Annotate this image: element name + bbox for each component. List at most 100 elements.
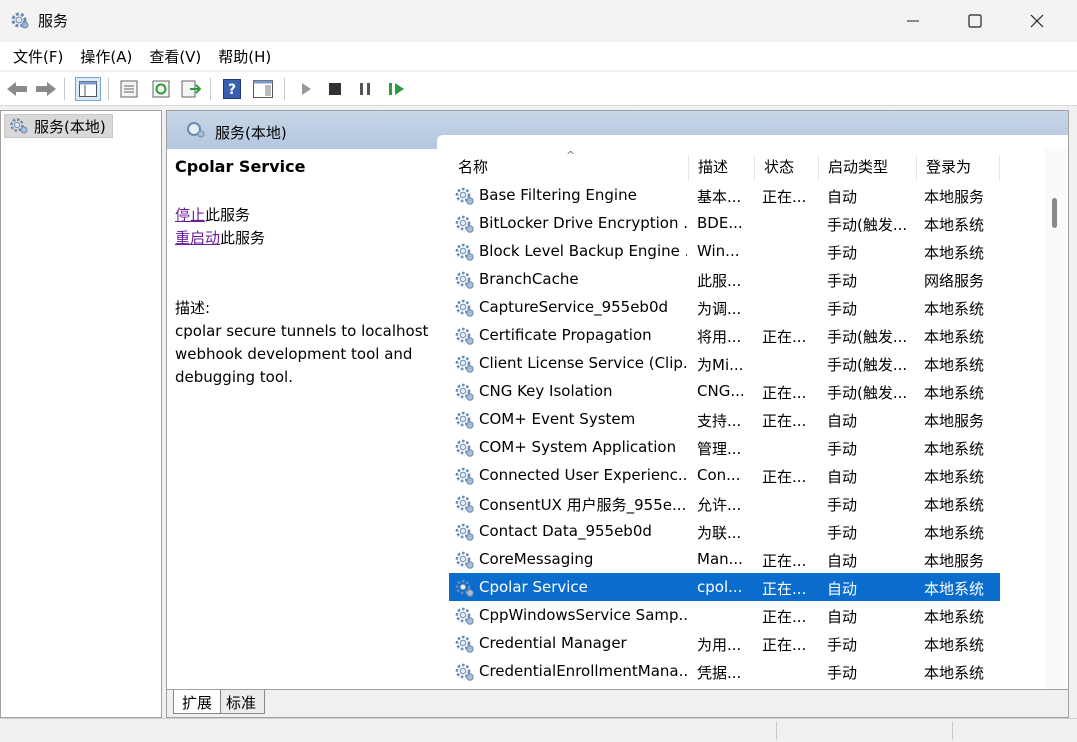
tree-node-services-local[interactable]: 服务(本地): [4, 114, 113, 138]
service-row[interactable]: BitLocker Drive Encryption ... BDE... 手动(触…: [449, 209, 1057, 237]
service-startup-type: 自动: [827, 608, 858, 626]
service-name: CppWindowsService Samp...: [479, 606, 687, 624]
service-logon-as: 本地系统: [924, 468, 985, 486]
service-description: CNG...: [697, 382, 745, 400]
service-row[interactable]: Base Filtering Engine 基本... 正在... 自动 本地服务: [449, 181, 1057, 209]
service-logon-as: 本地系统: [924, 636, 985, 654]
service-row[interactable]: Cpolar Service cpol... 正在... 自动 本地系统: [449, 573, 1000, 601]
service-logon-as: 本地服务: [924, 412, 985, 430]
column-header-name[interactable]: 名称: [449, 156, 689, 180]
service-row[interactable]: BranchCache 此服... 手动 网络服务: [449, 265, 1057, 293]
service-row[interactable]: Certificate Propagation 将用... 正在... 手动(触发..…: [449, 321, 1057, 349]
forward-button[interactable]: [33, 77, 59, 101]
start-service-button[interactable]: [293, 77, 319, 101]
service-logon-as: 本地系统: [924, 384, 985, 402]
column-header-status[interactable]: 状态: [755, 156, 819, 180]
column-header-logon-as[interactable]: 登录为: [917, 156, 1000, 180]
stop-service-button[interactable]: [322, 77, 348, 101]
pause-service-button[interactable]: [352, 77, 378, 101]
service-startup-type: 手动(触发...: [827, 356, 908, 374]
service-row[interactable]: CoreMessaging Man... 正在... 自动 本地服务: [449, 545, 1057, 573]
service-startup-type: 手动(触发...: [827, 216, 908, 234]
restart-service-link[interactable]: 重启动: [175, 229, 220, 247]
scrollbar-thumb[interactable]: [1052, 198, 1057, 228]
service-name: ConsentUX 用户服务_955e...: [479, 496, 687, 514]
console-tree-icon: [79, 81, 97, 97]
service-row[interactable]: CaptureService_955eb0d 为调... 手动 本地系统: [449, 293, 1057, 321]
service-description: BDE...: [697, 214, 743, 232]
service-startup-type: 手动: [827, 524, 858, 542]
properties-button[interactable]: [116, 77, 142, 101]
tab-standard[interactable]: 标准: [217, 690, 266, 714]
service-gear-icon: [455, 355, 474, 373]
show-hide-pane-button[interactable]: [250, 77, 276, 101]
service-row[interactable]: Client License Service (Clip... 为Mi... 手动(…: [449, 349, 1057, 377]
service-description: 为用...: [697, 636, 742, 654]
vertical-scrollbar[interactable]: [1045, 149, 1067, 689]
services-list: ^ 名称 描述 状态 启动类型 登录为 Base Filtering Engin…: [449, 149, 1057, 689]
refresh-button[interactable]: [148, 77, 174, 101]
service-row[interactable]: COM+ System Application 管理... 手动 本地系统: [449, 433, 1057, 461]
service-row[interactable]: CredentialEnrollmentMana... 凭据... 手动 本地系统: [449, 657, 1057, 685]
service-row[interactable]: Credential Manager 为用... 正在... 手动 本地系统: [449, 629, 1057, 657]
service-name: COM+ System Application: [479, 438, 677, 456]
service-startup-type: 手动: [827, 300, 858, 318]
show-console-tree-button[interactable]: [75, 77, 101, 101]
service-logon-as: 本地系统: [924, 328, 985, 346]
tab-extended[interactable]: 扩展: [173, 690, 222, 714]
back-button[interactable]: [4, 77, 30, 101]
stop-suffix: 此服务: [205, 206, 251, 224]
service-startup-type: 手动(触发...: [827, 384, 908, 402]
service-row[interactable]: Connected User Experienc... Con... 正在... 自动…: [449, 461, 1057, 489]
status-bar: [0, 718, 1077, 742]
service-name: Block Level Backup Engine ...: [479, 242, 687, 260]
minimize-button[interactable]: [882, 0, 944, 42]
menu-bar: 文件(F) 操作(A) 查看(V) 帮助(H): [0, 42, 1077, 70]
play-icon: [302, 83, 311, 95]
column-header-startup-type[interactable]: 启动类型: [819, 156, 917, 180]
view-tabs: 扩展 标准: [167, 689, 1068, 717]
help-button[interactable]: ?: [219, 77, 245, 101]
description-label: 描述:: [175, 299, 211, 317]
restart-service-button[interactable]: [384, 77, 410, 101]
export-list-button[interactable]: [178, 77, 204, 101]
service-row[interactable]: COM+ Event System 支持... 正在... 自动 本地服务: [449, 405, 1057, 433]
service-startup-type: 自动: [827, 188, 858, 206]
close-button[interactable]: [1006, 0, 1068, 42]
service-startup-type: 手动: [827, 440, 858, 458]
service-gear-icon: [455, 327, 474, 345]
menu-view[interactable]: 查看(V): [142, 42, 208, 70]
service-description: 为Mi...: [697, 356, 744, 374]
stop-service-link[interactable]: 停止: [175, 206, 205, 224]
toolbar-separator: [210, 78, 211, 100]
service-gear-icon: [455, 495, 474, 513]
menu-action[interactable]: 操作(A): [73, 42, 139, 70]
service-row[interactable]: Contact Data_955eb0d 为联... 手动 本地系统: [449, 517, 1057, 545]
service-description: cpol...: [697, 578, 743, 596]
stop-icon: [329, 83, 341, 95]
service-name: Credential Manager: [479, 634, 627, 652]
service-status: 正在...: [762, 580, 807, 598]
service-status: 正在...: [762, 468, 807, 486]
pause-icon: [360, 83, 370, 95]
service-name: Certificate Propagation: [479, 326, 652, 344]
service-gear-icon: [455, 187, 474, 205]
service-logon-as: 本地系统: [924, 244, 985, 262]
tree-node-label: 服务(本地): [34, 117, 106, 136]
back-arrow-icon: [7, 82, 27, 96]
menu-file[interactable]: 文件(F): [6, 42, 70, 70]
maximize-button[interactable]: [944, 0, 1006, 42]
service-gear-icon: [455, 411, 474, 429]
header-tab-shape: [437, 135, 1068, 149]
service-row[interactable]: CppWindowsService Samp... 正在... 自动 本地系统: [449, 601, 1057, 629]
service-row[interactable]: Block Level Backup Engine ... Win... 手动 本地系…: [449, 237, 1057, 265]
service-row[interactable]: ConsentUX 用户服务_955e... 允许... 手动 本地系统: [449, 489, 1057, 517]
service-gear-icon: [455, 579, 474, 597]
service-gear-icon: [455, 467, 474, 485]
service-startup-type: 手动: [827, 496, 858, 514]
service-gear-icon: [455, 635, 474, 653]
menu-help[interactable]: 帮助(H): [211, 42, 278, 70]
column-header-description[interactable]: 描述: [689, 156, 755, 180]
selected-service-name: Cpolar Service: [175, 157, 306, 176]
service-row[interactable]: CNG Key Isolation CNG... 正在... 手动(触发... 本地系统: [449, 377, 1057, 405]
